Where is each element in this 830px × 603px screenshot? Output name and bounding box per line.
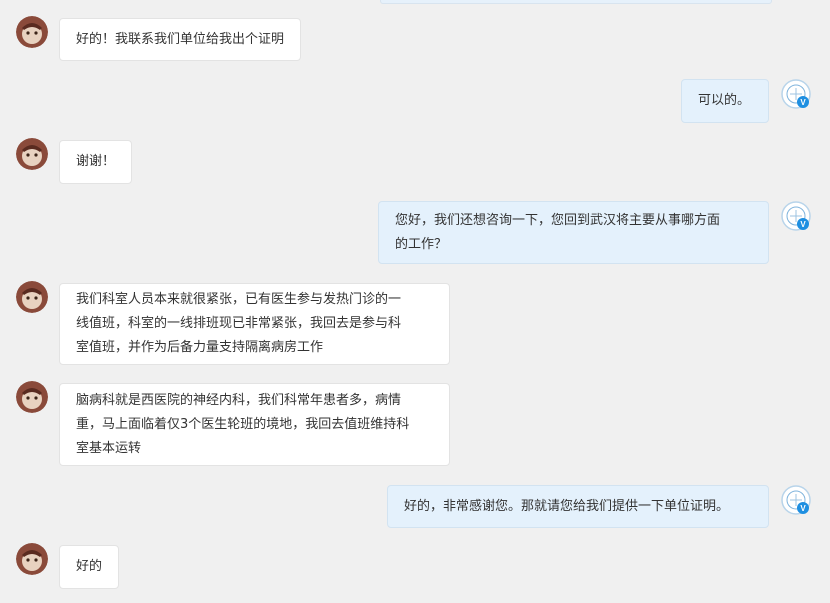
svg-text:V: V (800, 504, 806, 513)
message-bubble-left[interactable]: 谢谢！ (59, 140, 133, 184)
message-bubble-left[interactable]: 我们科室人员本来就很紧张，已有医生参与发热门诊的一 线值班，科室的一线排班现已非… (59, 283, 450, 365)
user-avatar-icon[interactable] (16, 138, 48, 170)
message-bubble-left[interactable]: 好的！我联系我们单位给我出个证明 (59, 18, 302, 61)
message-bubble-right[interactable]: 可以的。 (681, 79, 769, 123)
message-text: 谢谢！ (76, 154, 116, 169)
message-text: 脑病科就是西医院的神经内科，我们科常年患者多，病情 重，马上面临着仅3个医生轮班… (76, 392, 410, 456)
svg-text:V: V (800, 98, 806, 107)
message-bubble-left[interactable]: 好的 (59, 545, 120, 589)
message-text: 好的 (76, 559, 103, 574)
svg-text:V: V (800, 220, 806, 229)
message-bubble-left[interactable]: 脑病科就是西医院的神经内科，我们科常年患者多，病情 重，马上面临着仅3个医生轮班… (59, 383, 450, 466)
message-text: 好的，非常感谢您。那就请您给我们提供一下单位证明。 (404, 498, 730, 514)
user-avatar-icon[interactable] (16, 381, 48, 413)
user-avatar-icon[interactable] (16, 16, 48, 48)
user-avatar-icon[interactable] (16, 281, 48, 313)
previous-message-bubble (380, 0, 772, 4)
user-avatar-icon[interactable] (16, 543, 48, 575)
message-bubble-right[interactable]: 好的，非常感谢您。那就请您给我们提供一下单位证明。 (387, 485, 769, 528)
message-text: 您好，我们还想咨询一下，您回到武汉将主要从事哪方面 的工作？ (395, 212, 721, 252)
verified-avatar-icon[interactable]: V (781, 485, 811, 515)
message-bubble-right[interactable]: 您好，我们还想咨询一下，您回到武汉将主要从事哪方面 的工作？ (378, 201, 769, 264)
verified-avatar-icon[interactable]: V (781, 201, 811, 231)
verified-avatar-icon[interactable]: V (781, 79, 811, 109)
message-text: 可以的。 (698, 93, 751, 108)
message-text: 好的！我联系我们单位给我出个证明 (76, 31, 285, 47)
message-text: 我们科室人员本来就很紧张，已有医生参与发热门诊的一 线值班，科室的一线排班现已非… (76, 292, 402, 355)
